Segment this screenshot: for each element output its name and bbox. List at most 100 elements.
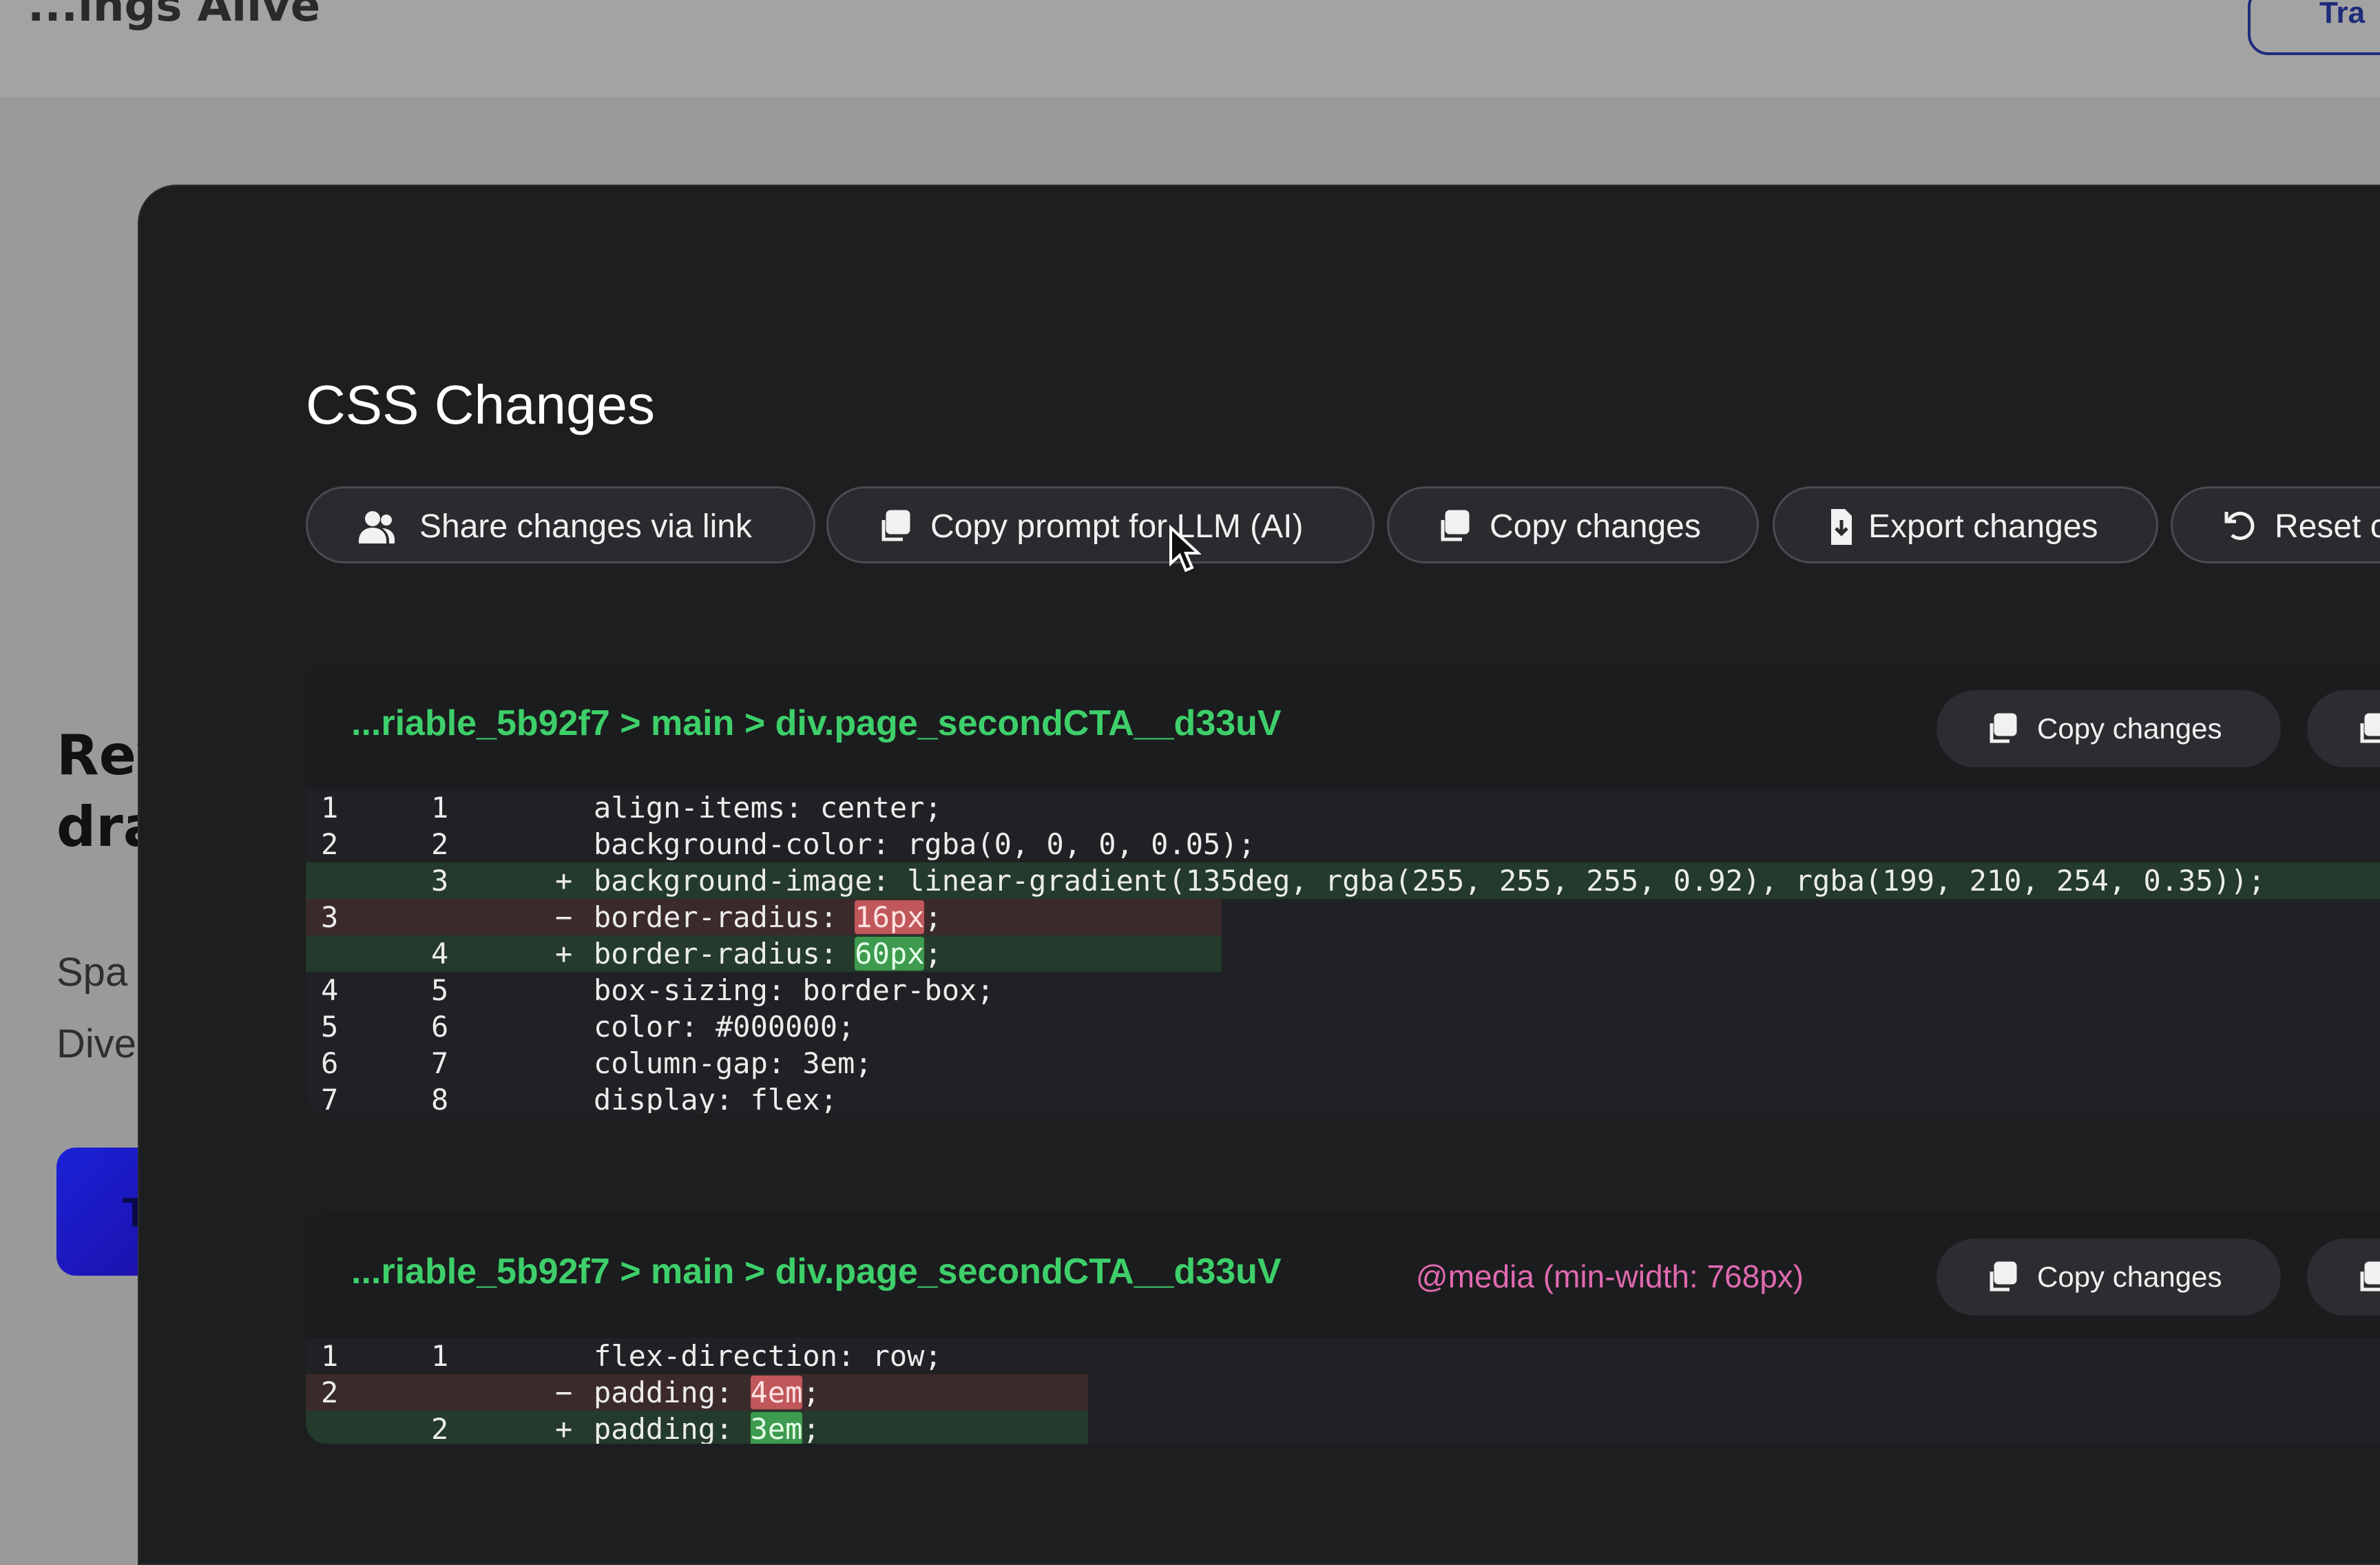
css-declaration: border-radius: 16px; <box>594 899 942 935</box>
css-declaration: column-gap: 3em; <box>594 1045 873 1081</box>
declaration-end: ; <box>924 937 941 971</box>
export-changes-button[interactable]: Export changes <box>1773 486 2158 563</box>
diff-row-removed: 3 −border-radius: 16px; <box>306 899 1222 935</box>
declaration-text: border-radius: <box>594 900 855 934</box>
copy-icon <box>1983 1238 2022 1316</box>
declaration-end: ; <box>802 1412 820 1444</box>
removed-value: 4em <box>751 1376 803 1409</box>
old-line-number: 3 <box>321 899 338 935</box>
added-value: 3em <box>751 1412 803 1444</box>
copy-icon <box>875 488 917 566</box>
diff-row: 22background-color: rgba(0, 0, 0, 0.05); <box>306 826 2380 862</box>
card-copy-changes-button[interactable]: Copy changes <box>1937 1238 2281 1316</box>
old-line-number: 4 <box>321 972 338 1008</box>
background-brand: ...ings Alive <box>28 0 320 32</box>
declaration-text: background-image: linear-gradient(135deg… <box>594 864 2265 898</box>
reset-changes-button[interactable]: Reset c <box>2171 486 2380 563</box>
reset-changes-label: Reset c <box>2275 488 2380 566</box>
new-line-number: 4 <box>431 935 448 972</box>
css-declaration: background-color: rgba(0, 0, 0, 0.05); <box>594 826 1255 862</box>
undo-icon <box>2217 488 2258 566</box>
css-declaration: color: #000000; <box>594 1008 855 1045</box>
old-line-number: 7 <box>321 1081 338 1113</box>
new-line-number: 3 <box>431 862 448 899</box>
background-subtext: Spa Dive <box>56 937 146 1080</box>
diff-card: ...riable_5b92f7 > main > div.page_secon… <box>306 1212 2380 1444</box>
css-declaration: padding: 3em; <box>594 1411 820 1444</box>
diff-row-removed: 2 −padding: 4em; <box>306 1374 1088 1411</box>
declaration-text: padding: <box>594 1412 751 1444</box>
diff-sign: + <box>555 935 572 972</box>
declaration-text: background-color: rgba(0, 0, 0, 0.05); <box>594 827 1255 861</box>
css-declaration: background-image: linear-gradient(135deg… <box>594 862 2265 899</box>
declaration-end: ; <box>924 900 941 934</box>
share-changes-label: Share changes via link <box>419 488 752 566</box>
background-top-button-label: Tra <box>2319 0 2365 30</box>
css-declaration: box-sizing: border-box; <box>594 972 994 1008</box>
declaration-text: color: #000000; <box>594 1010 855 1044</box>
diff-sign: + <box>555 1411 572 1444</box>
old-line-number: 5 <box>321 1008 338 1045</box>
diff-row-added: 3 + background-image: linear-gradient(135d… <box>306 862 2380 899</box>
added-value: 60px <box>855 937 924 971</box>
declaration-end: ; <box>802 1376 820 1409</box>
declaration-text: flex-direction: row; <box>594 1339 942 1373</box>
old-line-number: 2 <box>321 1374 338 1411</box>
diff-row: 4 5 box-sizing: border-box; <box>306 972 2380 1008</box>
removed-value: 16px <box>855 900 924 934</box>
copy-prompt-llm-button[interactable]: Copy prompt for LLM (AI) <box>826 486 1375 563</box>
copy-icon <box>2354 1238 2380 1316</box>
css-declaration: flex-direction: row; <box>594 1338 942 1374</box>
diff-row: 6 7 column-gap: 3em; <box>306 1045 2380 1081</box>
diff-sign: + <box>555 862 572 899</box>
copy-prompt-llm-label: Copy prompt for LLM (AI) <box>930 488 1304 566</box>
declaration-text: padding: <box>594 1376 751 1409</box>
new-line-number: 1 <box>431 789 448 826</box>
copy-icon <box>1434 488 1476 566</box>
declaration-text: column-gap: 3em; <box>594 1046 873 1080</box>
copy-icon <box>1983 690 2022 767</box>
card-copy-changes-label: Copy changes <box>2037 690 2222 767</box>
css-declaration: display: flex; <box>594 1081 837 1113</box>
copy-changes-label: Copy changes <box>1490 488 1701 566</box>
css-selector: ...riable_5b92f7 > main > div.page_secon… <box>351 703 1282 744</box>
declaration-text: align-items: center; <box>594 791 942 825</box>
file-export-icon <box>1820 488 1861 566</box>
card-secondary-button[interactable] <box>2307 1238 2380 1316</box>
export-changes-label: Export changes <box>1868 488 2098 566</box>
declaration-text: border-radius: <box>594 937 855 971</box>
copy-changes-button[interactable]: Copy changes <box>1387 486 1759 563</box>
new-line-number: 7 <box>431 1045 448 1081</box>
css-declaration: align-items: center; <box>594 789 942 826</box>
card-secondary-button[interactable] <box>2307 690 2380 767</box>
diff-row: 5 6 color: #000000; <box>306 1008 2380 1045</box>
old-line-number: 6 <box>321 1045 338 1081</box>
diff-row: 1 1 flex-direction: row; <box>306 1338 2380 1374</box>
diff-row-added: 2 + padding: 3em; <box>306 1411 1088 1444</box>
css-declaration: border-radius: 60px; <box>594 935 942 972</box>
media-query: @media (min-width: 768px) <box>1416 1258 1804 1295</box>
new-line-number: 2 <box>431 826 448 862</box>
diff-row: 1 1 align-items: center; <box>306 789 2380 826</box>
diff-sign: − <box>555 899 572 935</box>
declaration-text: display: flex; <box>594 1083 837 1113</box>
card-copy-changes-button[interactable]: Copy changes <box>1937 690 2281 767</box>
new-line-number: 1 <box>431 1338 448 1374</box>
diff-row-added: 4 + border-radius: 60px; <box>306 935 1222 972</box>
old-line-number: 1 <box>321 789 338 826</box>
new-line-number: 5 <box>431 972 448 1008</box>
share-changes-button[interactable]: Share changes via link <box>306 486 815 563</box>
card-copy-changes-label: Copy changes <box>2037 1238 2222 1316</box>
new-line-number: 6 <box>431 1008 448 1045</box>
css-declaration: padding: 4em; <box>594 1374 820 1411</box>
diff-sign: − <box>555 1374 572 1411</box>
declaration-text: box-sizing: border-box; <box>594 973 994 1007</box>
old-line-number: 1 <box>321 1338 338 1374</box>
new-line-number: 2 <box>431 1411 448 1444</box>
modal-title: CSS Changes <box>306 377 655 433</box>
diff-card: ...riable_5b92f7 > main > div.page_secon… <box>306 664 2380 1113</box>
mouse-cursor-icon <box>1168 525 1201 573</box>
background-header <box>0 0 2380 99</box>
new-line-number: 8 <box>431 1081 448 1113</box>
background-top-button[interactable]: Tra <box>2248 0 2380 55</box>
